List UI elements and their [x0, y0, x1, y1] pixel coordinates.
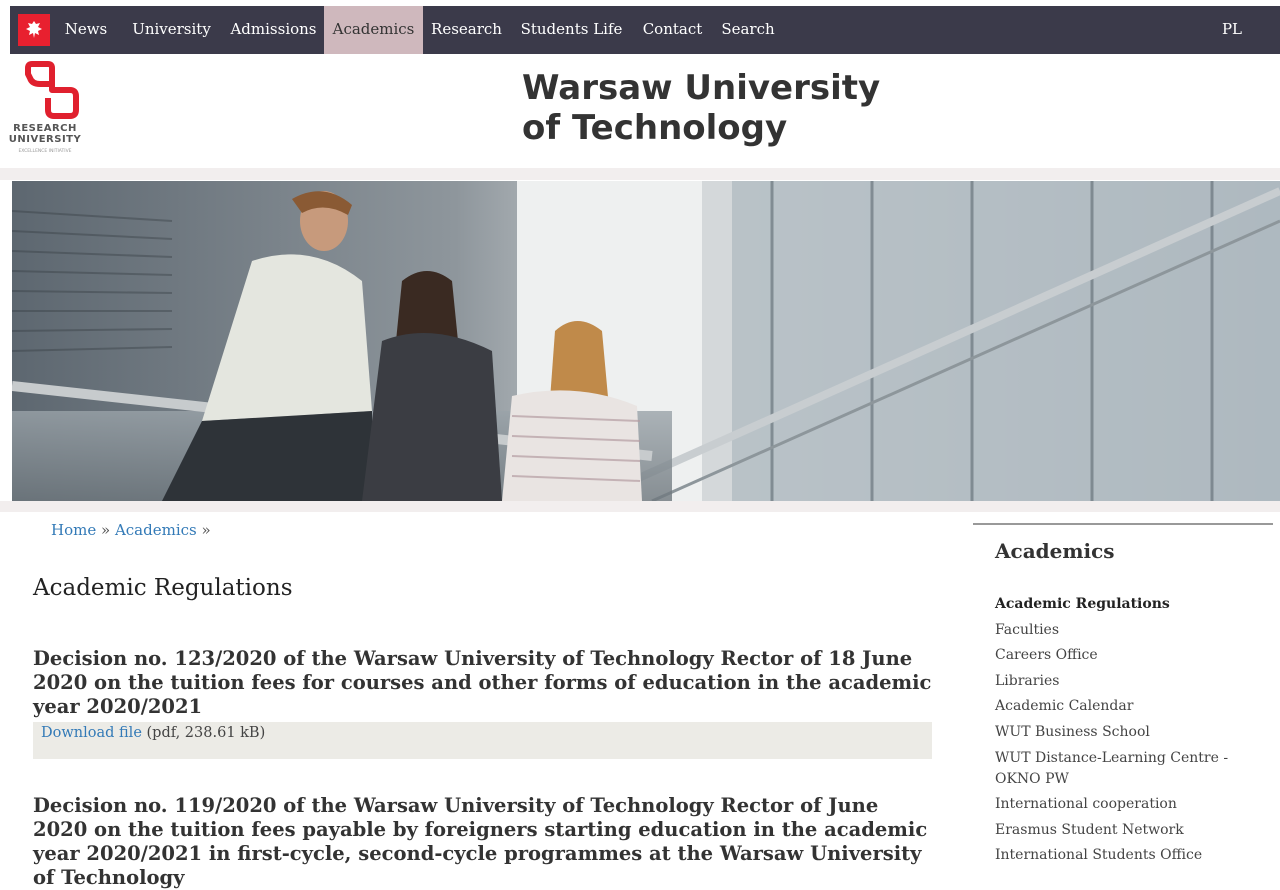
sidebar-item-libraries[interactable]: Libraries	[995, 671, 1245, 692]
document-title: Decision no. 123/2020 of the Warsaw Univ…	[33, 647, 932, 718]
nav-university[interactable]: University	[120, 6, 223, 54]
logo-text: RESEARCH UNIVERSITY	[0, 123, 90, 145]
logo-text-research: RESEARCH	[13, 123, 77, 134]
hero-banner-image	[12, 181, 1280, 501]
sidebar-menu: Academic Regulations Faculties Careers O…	[995, 594, 1245, 871]
header-separator	[0, 168, 1280, 180]
nav-research[interactable]: Research	[423, 6, 510, 54]
page-title: Academic Regulations	[33, 575, 293, 601]
top-navigation: News University Admissions Academics Res…	[10, 6, 1280, 54]
breadcrumb-academics-link[interactable]: Academics	[115, 521, 197, 539]
sidebar-item-distance-learning[interactable]: WUT Distance-Learning Centre - OKNO PW	[995, 748, 1245, 790]
sidebar-item-careers-office[interactable]: Careers Office	[995, 645, 1245, 666]
sidebar-divider	[973, 523, 1273, 525]
breadcrumb-separator: »	[196, 521, 211, 539]
nav-students-life[interactable]: Students Life	[510, 6, 633, 54]
breadcrumb-home-link[interactable]: Home	[51, 521, 96, 539]
nav-academics[interactable]: Academics	[324, 6, 423, 54]
sidebar-item-international-students-office[interactable]: International Students Office	[995, 845, 1245, 866]
nav-contact[interactable]: Contact	[633, 6, 712, 54]
download-file-link[interactable]: Download file	[41, 725, 142, 741]
nav-admissions[interactable]: Admissions	[223, 6, 324, 54]
sidebar-item-wut-business-school[interactable]: WUT Business School	[995, 722, 1245, 743]
poland-emblem-icon[interactable]	[18, 14, 50, 46]
download-file-box: Download file (pdf, 238.61 kB)	[33, 722, 932, 759]
research-university-logo[interactable]: RESEARCH UNIVERSITY EXCELLENCE INITIATIV…	[0, 60, 90, 160]
hero-bottom-strip	[0, 501, 1280, 512]
download-file-meta: (pdf, 238.61 kB)	[141, 725, 266, 741]
breadcrumb-separator: »	[96, 521, 115, 539]
wordmark-line-2: of Technology	[522, 108, 788, 148]
research-university-mark-icon	[25, 61, 79, 119]
document-title: Decision no. 119/2020 of the Warsaw Univ…	[33, 794, 928, 889]
nav-search[interactable]: Search	[712, 6, 784, 54]
wordmark-line-1: Warsaw University	[522, 68, 881, 108]
nav-news[interactable]: News	[54, 6, 118, 54]
logo-text-excellence: EXCELLENCE INITIATIVE	[18, 149, 72, 154]
sidebar-item-academic-regulations[interactable]: Academic Regulations	[995, 594, 1245, 615]
breadcrumb: Home » Academics »	[51, 521, 211, 539]
sidebar-item-international-cooperation[interactable]: International cooperation	[995, 794, 1245, 815]
university-wordmark[interactable]: Warsaw University of Technology	[522, 68, 880, 148]
sidebar-item-faculties[interactable]: Faculties	[995, 620, 1245, 641]
logo-text-university: UNIVERSITY	[8, 134, 82, 145]
language-switch-pl[interactable]: PL	[1222, 6, 1242, 54]
sidebar-item-erasmus[interactable]: Erasmus Student Network	[995, 820, 1245, 841]
sidebar-item-academic-calendar[interactable]: Academic Calendar	[995, 696, 1245, 717]
sidebar-heading: Academics	[995, 539, 1115, 563]
